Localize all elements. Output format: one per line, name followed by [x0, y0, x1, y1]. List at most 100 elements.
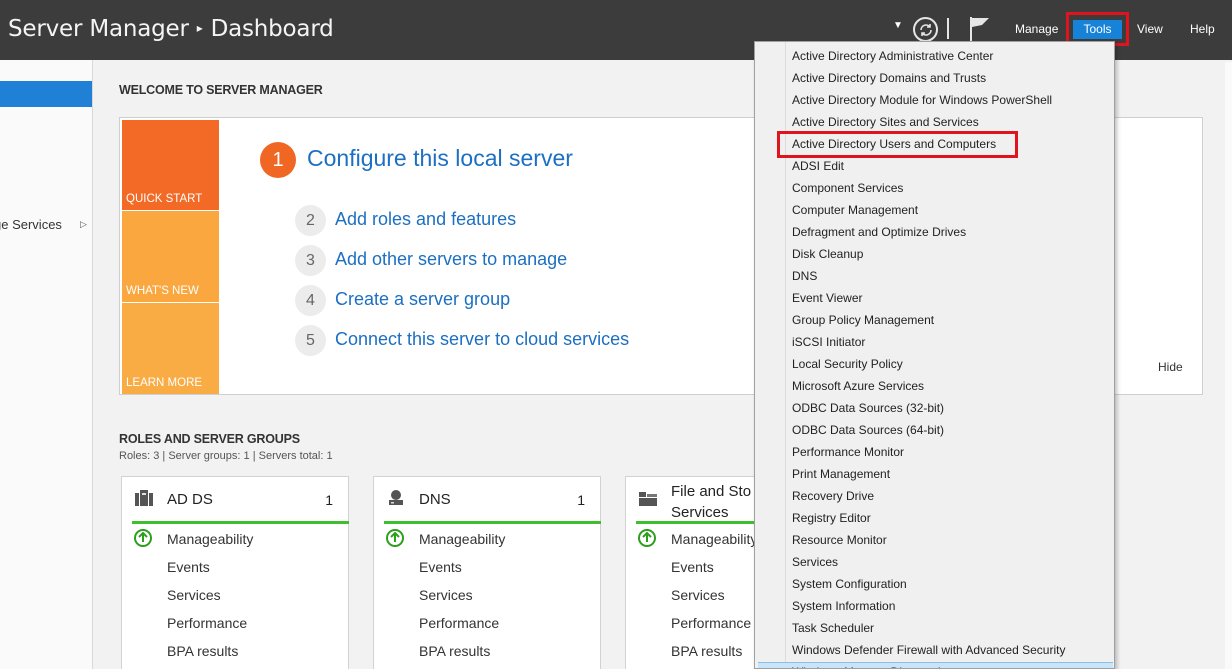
status-bar	[384, 521, 601, 524]
menu-item-registry-editor[interactable]: Registry Editor	[792, 507, 1112, 529]
card-row-events[interactable]: Events	[167, 559, 210, 575]
menu-item-azure-services[interactable]: Microsoft Azure Services	[792, 375, 1112, 397]
menu-item-ad-domains-trusts[interactable]: Active Directory Domains and Trusts	[792, 67, 1112, 89]
menu-item-recovery-drive[interactable]: Recovery Drive	[792, 485, 1112, 507]
status-ok-icon	[386, 529, 404, 547]
menu-item-services[interactable]: Services	[792, 551, 1112, 573]
breadcrumb-separator-icon: ▸	[196, 21, 203, 35]
view-menu[interactable]: View	[1137, 22, 1163, 36]
status-ok-icon	[638, 529, 656, 547]
card-row-manageability[interactable]: Manageability	[671, 531, 757, 547]
step-link[interactable]: Add other servers to manage	[335, 249, 567, 270]
menu-item-adsi-edit[interactable]: ADSI Edit	[792, 155, 1112, 177]
nav-item-file-storage-services[interactable]: ge Services ▷	[0, 217, 92, 232]
step-number: 3	[295, 245, 326, 276]
card-row-manageability[interactable]: Manageability	[419, 531, 505, 547]
nav-item-label: ge Services	[0, 217, 62, 232]
card-title: File and Sto Services	[671, 481, 751, 523]
manage-menu[interactable]: Manage	[1015, 22, 1058, 36]
card-title: AD DS	[167, 491, 213, 508]
menu-item-task-scheduler[interactable]: Task Scheduler	[792, 617, 1112, 639]
card-row-services[interactable]: Services	[167, 587, 221, 603]
highlight-box-ad-users-computers	[777, 131, 1018, 158]
card-row-events[interactable]: Events	[419, 559, 462, 575]
menu-item-odbc-64[interactable]: ODBC Data Sources (64-bit)	[792, 419, 1112, 441]
menu-item-event-viewer[interactable]: Event Viewer	[792, 287, 1112, 309]
menu-item-performance-monitor[interactable]: Performance Monitor	[792, 441, 1112, 463]
app-title: Server Manager	[8, 16, 189, 42]
card-row-services[interactable]: Services	[671, 587, 725, 603]
card-row-bpa-results[interactable]: BPA results	[419, 643, 490, 659]
menu-item-memory-diagnostic[interactable]: Windows Memory Diagnostic	[792, 661, 1112, 668]
refresh-icon[interactable]	[913, 17, 938, 42]
menu-item-system-information[interactable]: System Information	[792, 595, 1112, 617]
menu-item-ad-admin-center[interactable]: Active Directory Administrative Center	[792, 45, 1112, 67]
dropdown-caret-icon[interactable]: ▼	[893, 20, 903, 31]
page-title: Dashboard	[210, 16, 334, 42]
menu-item-local-security-policy[interactable]: Local Security Policy	[792, 353, 1112, 375]
status-ok-icon	[134, 529, 152, 547]
step-link[interactable]: Add roles and features	[335, 209, 516, 230]
menu-item-disk-cleanup[interactable]: Disk Cleanup	[792, 243, 1112, 265]
card-row-performance[interactable]: Performance	[671, 615, 751, 631]
card-row-performance[interactable]: Performance	[167, 615, 247, 631]
menu-item-memory-diagnostic-hovered[interactable]: Windows Memory Diagnostic	[758, 661, 1113, 668]
card-row-bpa-results[interactable]: BPA results	[167, 643, 238, 659]
step-link[interactable]: Configure this local server	[307, 145, 573, 172]
menu-item-iscsi-initiator[interactable]: iSCSI Initiator	[792, 331, 1112, 353]
menu-item-defragment-drives[interactable]: Defragment and Optimize Drives	[792, 221, 1112, 243]
menu-item-dns[interactable]: DNS	[792, 265, 1112, 287]
card-row-services[interactable]: Services	[419, 587, 473, 603]
menu-item-component-services[interactable]: Component Services	[792, 177, 1112, 199]
card-row-bpa-results[interactable]: BPA results	[671, 643, 742, 659]
whats-new-tile[interactable]: WHAT'S NEW	[122, 211, 219, 302]
learn-more-tile[interactable]: LEARN MORE	[122, 303, 219, 394]
tools-menu[interactable]: Tools	[1073, 20, 1122, 39]
card-row-events[interactable]: Events	[671, 559, 714, 575]
step-number: 5	[295, 325, 326, 356]
menu-item-resource-monitor[interactable]: Resource Monitor	[792, 529, 1112, 551]
menu-item-defender-firewall[interactable]: Windows Defender Firewall with Advanced …	[792, 639, 1112, 661]
step-number: 4	[295, 285, 326, 316]
menu-item-system-configuration[interactable]: System Configuration	[792, 573, 1112, 595]
quick-start-label: QUICK START	[126, 193, 203, 205]
menu-item-ad-powershell-module[interactable]: Active Directory Module for Windows Powe…	[792, 89, 1112, 111]
card-row-performance[interactable]: Performance	[419, 615, 499, 631]
card-header[interactable]: DNS 1	[374, 477, 600, 522]
learn-more-label: LEARN MORE	[126, 377, 203, 389]
menu-item-odbc-32[interactable]: ODBC Data Sources (32-bit)	[792, 397, 1112, 419]
step-link[interactable]: Create a server group	[335, 289, 510, 310]
role-card-dns[interactable]: DNS 1 Manageability Events Services Perf…	[373, 476, 601, 669]
menu-item-computer-management[interactable]: Computer Management	[792, 199, 1112, 221]
nav-item-dashboard-selected[interactable]	[0, 81, 92, 107]
menu-item-print-management[interactable]: Print Management	[792, 463, 1112, 485]
step-number: 2	[295, 205, 326, 236]
breadcrumb: Server Manager ▸ Dashboard	[8, 16, 334, 42]
menu-item-ad-sites-services[interactable]: Active Directory Sites and Services	[792, 111, 1112, 133]
help-menu[interactable]: Help	[1190, 22, 1215, 36]
quick-start-tile[interactable]: QUICK START	[122, 120, 219, 210]
menu-item-group-policy-management[interactable]: Group Policy Management	[792, 309, 1112, 331]
dns-icon	[387, 490, 405, 506]
roles-heading: ROLES AND SERVER GROUPS	[119, 432, 300, 446]
status-bar	[132, 521, 349, 524]
card-count: 1	[325, 492, 333, 508]
role-card-ad-ds[interactable]: AD DS 1 Manageability Events Services Pe…	[121, 476, 349, 669]
tools-dropdown-menu: Active Directory Administrative Center A…	[754, 41, 1115, 669]
card-title: DNS	[419, 491, 451, 508]
hide-link[interactable]: Hide	[1158, 360, 1183, 374]
left-navigation: ge Services ▷	[0, 60, 93, 669]
toolbar-divider	[947, 18, 949, 39]
card-title-line-1: File and Sto	[671, 483, 752, 500]
step-link[interactable]: Connect this server to cloud services	[335, 329, 629, 350]
ad-ds-icon	[135, 490, 153, 506]
expand-arrow-icon[interactable]: ▷	[80, 219, 87, 230]
welcome-heading: WELCOME TO SERVER MANAGER	[119, 83, 323, 97]
card-row-manageability[interactable]: Manageability	[167, 531, 253, 547]
vertical-scrollbar[interactable]	[1225, 62, 1232, 669]
card-header[interactable]: AD DS 1	[122, 477, 348, 522]
card-count: 1	[577, 492, 585, 508]
step-number: 1	[260, 142, 296, 178]
file-storage-icon	[639, 490, 657, 506]
whats-new-label: WHAT'S NEW	[126, 285, 199, 297]
